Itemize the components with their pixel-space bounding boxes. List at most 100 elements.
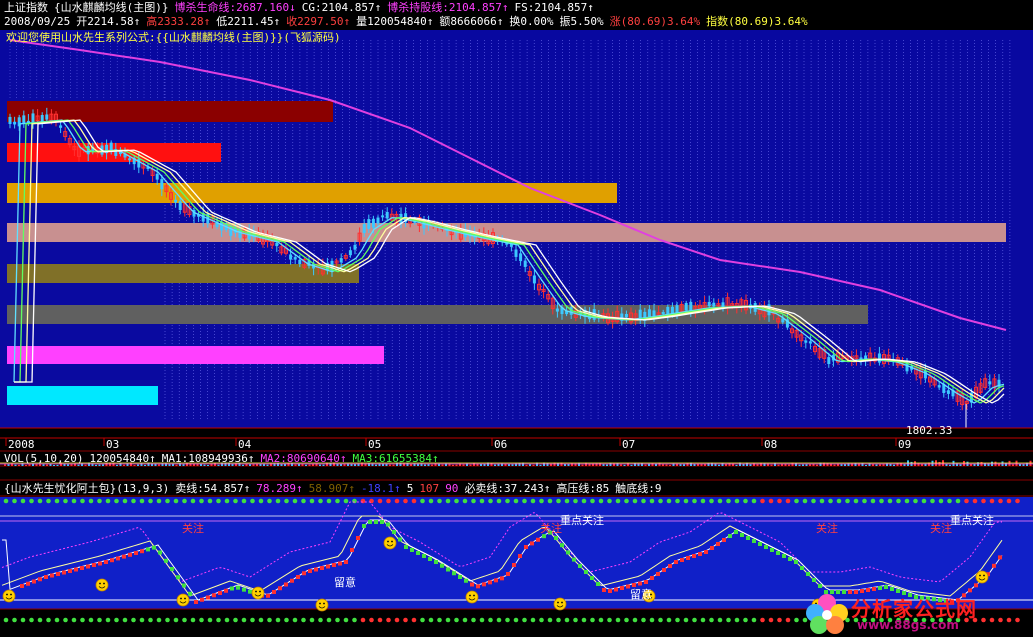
candle-body: [827, 357, 831, 365]
indicator-dot: [564, 617, 570, 623]
candle-body: [923, 370, 927, 379]
indicator-dot: [539, 617, 544, 623]
indicator-dot: [63, 617, 68, 623]
indicator-dot: [700, 617, 706, 623]
indicator-field-1: 卖线:54.857↑: [175, 482, 251, 495]
indicator-dot: [20, 617, 26, 623]
x-axis-label: 03: [106, 438, 120, 451]
indicator-dot: [607, 617, 612, 623]
volume-bar: [56, 464, 59, 466]
indicator-dot: [165, 617, 170, 623]
indicator-dot: [964, 498, 969, 504]
volume-bar: [669, 464, 671, 466]
osc-step: [506, 572, 510, 576]
indicator-dot: [581, 617, 587, 623]
indicator-dot: [972, 498, 978, 504]
osc-step: [326, 564, 330, 569]
quote-field-10: 指数(80.69)3.64%: [706, 15, 808, 28]
candle-body: [514, 249, 518, 257]
osc-step: [596, 582, 600, 586]
volume-bar: [95, 464, 97, 466]
osc-step: [584, 570, 588, 574]
indicator-dot: [955, 498, 961, 504]
candle-body: [519, 253, 523, 262]
indicator-dot: [811, 498, 816, 504]
indicator-dot: [743, 617, 748, 623]
osc-step: [290, 578, 294, 583]
indicator-dot: [292, 617, 298, 623]
indicator-field-10: 触底线:9: [615, 482, 662, 495]
osc-step: [482, 582, 486, 587]
indicator-dot: [411, 617, 417, 623]
osc-step: [620, 586, 624, 590]
quote-field-6: 额8666066↑: [439, 15, 504, 28]
osc-step: [188, 591, 192, 596]
osc-step: [404, 545, 408, 549]
smiley-eye: [473, 594, 475, 597]
volume-bar: [452, 464, 454, 466]
quote-field-2: 高2333.28↑: [146, 15, 211, 28]
chart-canvas[interactable]: [0, 0, 1033, 637]
osc-step: [182, 583, 186, 588]
osc-step: [554, 536, 558, 540]
indicator-dot: [241, 498, 247, 504]
osc-step: [374, 520, 378, 524]
osc-step: [278, 586, 282, 591]
osc-step: [176, 575, 180, 580]
volume-bar: [25, 464, 27, 466]
smiley-eye: [561, 601, 563, 604]
indicator-dot: [760, 498, 765, 504]
candle-body: [362, 223, 366, 233]
candle-body: [624, 314, 628, 318]
indicator-dot: [598, 617, 604, 623]
indicator-dot: [938, 498, 944, 504]
osc-step: [728, 534, 732, 538]
osc-step: [50, 573, 54, 578]
indicator-field-6: 107: [419, 482, 440, 495]
osc-step: [740, 533, 744, 537]
indicator-dot: [250, 498, 255, 504]
indicator-dot: [428, 617, 434, 623]
osc-step: [194, 600, 198, 604]
smiley-eye: [983, 574, 985, 577]
indicator-info-line: {山水先生忧化阿土包}(13,9,3) 卖线:54.857↑ 78.289↑ 58.9…: [0, 482, 1033, 495]
indicator-dot: [1006, 498, 1012, 504]
indicator-dot: [301, 498, 306, 504]
osc-step: [752, 539, 756, 543]
indicator-dot: [360, 498, 366, 504]
indicator-dot: [471, 617, 476, 623]
osc-step: [806, 572, 810, 576]
osc-step: [602, 588, 606, 592]
header-field-5: FS:2104.857↑: [514, 1, 594, 14]
indicator-dot: [80, 617, 85, 623]
chart-window[interactable]: 上证指数 {山水麒麟均线(主图)} 博杀生命线:2687.160↓ CG:2104.8…: [0, 0, 1033, 637]
indicator-dot: [862, 498, 867, 504]
indicator-dot: [63, 498, 68, 504]
indicator-dot: [845, 498, 850, 504]
indicator-dot: [377, 617, 383, 623]
candle-body: [684, 302, 688, 311]
indicator-dot: [437, 617, 442, 623]
osc-step: [494, 578, 498, 583]
osc-step: [650, 576, 654, 580]
indicator-dot: [37, 498, 43, 504]
indicator-dot: [173, 617, 179, 623]
indicator-dot: [828, 498, 833, 504]
candle-body: [385, 211, 389, 219]
indicator-dot: [717, 498, 723, 504]
osc-step: [68, 569, 72, 573]
osc-step: [164, 558, 168, 563]
indicator-dot: [420, 617, 425, 623]
indicator-dot: [539, 498, 544, 504]
candle-body: [937, 385, 941, 388]
indicator-dot: [615, 617, 621, 623]
osc-step: [212, 593, 216, 598]
osc-step: [776, 551, 780, 555]
indicator-dot: [471, 498, 476, 504]
osc-step: [236, 585, 240, 590]
osc-step: [818, 584, 822, 588]
volume-bar: [735, 464, 738, 466]
indicator-dot: [590, 617, 595, 623]
indicator-dot: [887, 498, 893, 504]
osc-step: [44, 575, 48, 579]
